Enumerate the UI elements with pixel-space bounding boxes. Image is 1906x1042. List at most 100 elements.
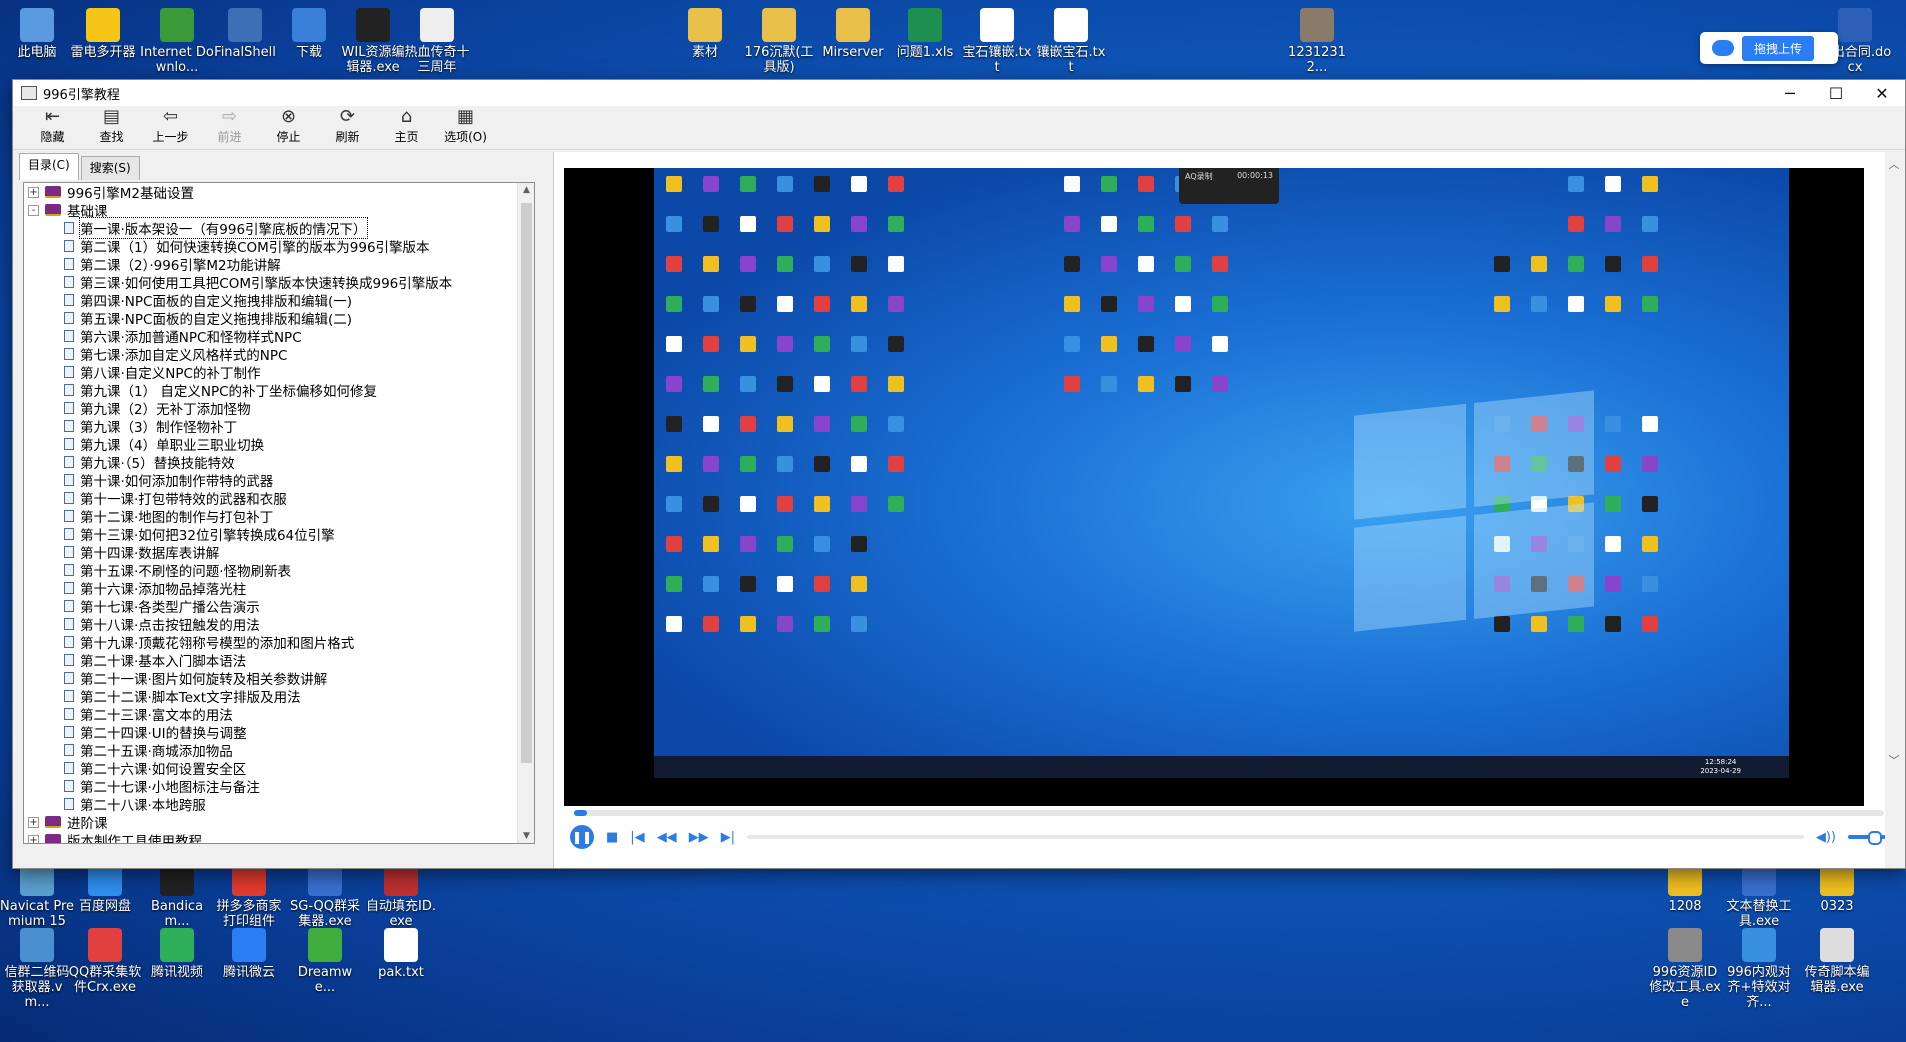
toolbar-button-5[interactable]: ⟳ 刷新 — [318, 106, 377, 149]
pause-button[interactable]: ❚❚ — [570, 825, 594, 849]
expand-icon[interactable]: + — [28, 834, 39, 843]
content-scroll-down-icon[interactable]: ﹀ — [1885, 752, 1903, 768]
tree-topic[interactable]: 第三课·如何使用工具把COM引擎版本快速转换成996引擎版本 — [24, 273, 534, 292]
tree-scroll-thumb[interactable] — [521, 203, 532, 763]
tree-topic[interactable]: 第八课·自定义NPC的补丁制作 — [24, 363, 534, 382]
toolbar-button-6[interactable]: ⌂ 主页 — [377, 106, 436, 149]
tree-topic[interactable]: 第十八课·点击按钮触发的用法 — [24, 615, 534, 634]
tree-topic[interactable]: 第二十八课·本地跨服 — [24, 795, 534, 814]
desktop-bottom-icon-6[interactable]: 1208 — [1648, 862, 1722, 914]
tab-0[interactable]: 目录(C) — [19, 153, 79, 180]
tree-book[interactable]: + 进阶课 — [24, 813, 534, 832]
stop-icon[interactable]: ■ — [606, 830, 618, 845]
expand-icon[interactable]: + — [28, 186, 39, 198]
desktop-bottom-icon-9[interactable]: 信群二维码获取器.vm... — [0, 928, 74, 1010]
desktop-bottom-icon-7[interactable]: 文本替换工具.exe — [1722, 862, 1796, 929]
tree-book[interactable]: +996引擎M2基础设置 — [24, 183, 534, 202]
tree-topic[interactable]: 第十二课·地图的制作与打包补丁 — [24, 507, 534, 526]
toolbar-button-3[interactable]: ⇨ 前进 — [200, 106, 259, 149]
tree-topic[interactable]: 第十五课·不刷怪的问题·怪物刷新表 — [24, 561, 534, 580]
desktop-bottom-icon-15[interactable]: 996资源ID修改工具.exe — [1648, 928, 1722, 1010]
rewind-icon[interactable]: ◀◀ — [657, 830, 677, 845]
tree-topic[interactable]: 第二十七课·小地图标注与备注 — [24, 777, 534, 796]
desktop-bottom-icon-8[interactable]: 0323 — [1800, 862, 1874, 914]
desktop-top-icon-5[interactable]: WIL资源编辑器.exe — [336, 8, 410, 75]
content-scroll-up-icon[interactable]: ︿ — [1885, 156, 1903, 172]
desktop-top-icon-3[interactable]: FinalShell — [208, 8, 282, 60]
desktop-top-icon-6[interactable]: 热血传奇十三周年 — [400, 8, 474, 75]
tree-topic[interactable]: 第一课·版本架设一（有996引擎底板的情况下） — [24, 217, 534, 239]
tree-topic[interactable]: 第二十课·基本入门脚本语法 — [24, 651, 534, 670]
scroll-up-arrow-icon[interactable]: ▲ — [518, 185, 534, 195]
desktop-bottom-icon-3[interactable]: 拼多多商家打印组件 — [212, 862, 286, 929]
tree-topic[interactable]: 第二十四课·UI的替换与调整 — [24, 723, 534, 742]
desktop-top-icon-7[interactable]: 素材 — [668, 8, 742, 60]
desktop-top-icon-2[interactable]: Internet Downlo... — [140, 8, 214, 75]
desktop-bottom-icon-17[interactable]: 传奇脚本编辑器.exe — [1800, 928, 1874, 995]
desktop-bottom-icon-11[interactable]: 腾讯视频 — [140, 928, 214, 980]
tree-topic[interactable]: 第九课（4）单职业三职业切换 — [24, 435, 534, 454]
tree-topic[interactable]: 第九课（2）无补丁添加怪物 — [24, 399, 534, 418]
tree-topic[interactable]: 第五课·NPC面板的自定义拖拽排版和编辑(二) — [24, 309, 534, 328]
desktop-bottom-icon-10[interactable]: QQ群采集软件Crx.exe — [68, 928, 142, 995]
tree-topic[interactable]: 第二十五课·商城添加物品 — [24, 741, 534, 760]
desktop-bottom-icon-14[interactable]: pak.txt — [364, 928, 438, 980]
desktop-bottom-icon-16[interactable]: 996内观对齐+特效对齐... — [1722, 928, 1796, 1010]
desktop-top-icon-12[interactable]: 镶嵌宝石.txt — [1034, 8, 1108, 75]
tree-topic[interactable]: 第十六课·添加物品掉落光柱 — [24, 579, 534, 598]
tree-book[interactable]: - 基础课 — [24, 201, 534, 220]
next-icon[interactable]: ▶| — [721, 830, 735, 845]
scroll-down-arrow-icon[interactable]: ▼ — [518, 831, 534, 841]
video-player[interactable]: AQ录制 00:00:13 12:58:24 2023-04-29 — [564, 168, 1864, 806]
seek-bar[interactable] — [574, 810, 1884, 816]
tree-topic[interactable]: 第十一课·打包带特效的武器和衣服 — [24, 489, 534, 508]
content-scrollbar[interactable]: ︿ ﹀ — [1885, 152, 1903, 868]
volume-icon[interactable]: ◀)) — [1816, 830, 1836, 845]
collapse-icon[interactable]: - — [28, 204, 39, 216]
desktop-bottom-icon-4[interactable]: SG-QQ群采集器.exe — [288, 862, 362, 929]
fast-forward-icon[interactable]: ▶▶ — [689, 830, 709, 845]
maximize-button[interactable]: ☐ — [1813, 84, 1859, 103]
tree-topic[interactable]: 第十课·如何添加制作带特的武器 — [24, 471, 534, 490]
tree-topic[interactable]: 第二课（2）·996引擎M2功能讲解 — [24, 255, 534, 274]
toolbar-button-0[interactable]: ⇤ 隐藏 — [23, 106, 82, 149]
desktop-bottom-icon-2[interactable]: Bandicam... — [140, 862, 214, 929]
tree-topic[interactable]: 第二十六课·如何设置安全区 — [24, 759, 534, 778]
desktop-top-icon-4[interactable]: 下载 — [272, 8, 346, 60]
tree-topic[interactable]: 第十七课·各类型广播公告演示 — [24, 597, 534, 616]
previous-icon[interactable]: |◀ — [630, 830, 644, 845]
window-titlebar[interactable]: 996引擎教程 ─ ☐ ✕ — [13, 80, 1905, 106]
desktop-top-icon-10[interactable]: 问题1.xls — [888, 8, 962, 60]
tree-topic[interactable]: 第六课·添加普通NPC和怪物样式NPC — [24, 327, 534, 346]
tree-topic[interactable]: 第九课（3）制作怪物补丁 — [24, 417, 534, 436]
tree-topic[interactable]: 第四课·NPC面板的自定义拖拽排版和编辑(一) — [24, 291, 534, 310]
toolbar-button-2[interactable]: ⇦ 上一步 — [141, 106, 200, 149]
desktop-top-icon-0[interactable]: 此电脑 — [0, 8, 74, 60]
close-button[interactable]: ✕ — [1859, 84, 1905, 103]
toolbar-button-1[interactable]: ▤ 查找 — [82, 106, 141, 149]
desktop-top-icon-13[interactable]: 12312312... — [1280, 8, 1354, 75]
desktop-top-icon-11[interactable]: 宝石镶嵌.txt — [960, 8, 1034, 75]
tree-scrollbar[interactable]: ▲ ▼ — [517, 183, 534, 843]
toolbar-button-7[interactable]: ▦ 选项(O) — [436, 106, 495, 149]
tree-topic[interactable]: 第二十二课·脚本Text文字排版及用法 — [24, 687, 534, 706]
desktop-bottom-icon-1[interactable]: 百度网盘 — [68, 862, 142, 914]
desktop-top-icon-8[interactable]: 176沉默(工具版) — [742, 8, 816, 75]
drag-upload-button[interactable]: 拖拽上传 — [1700, 32, 1838, 64]
tree-topic[interactable]: 第十四课·数据库表讲解 — [24, 543, 534, 562]
tree-topic[interactable]: 第二十三课·富文本的用法 — [24, 705, 534, 724]
tree-topic[interactable]: 第十三课·如何把32位引擎转换成64位引擎 — [24, 525, 534, 544]
desktop-top-icon-9[interactable]: Mirserver — [816, 8, 890, 60]
desktop-bottom-icon-12[interactable]: 腾讯微云 — [212, 928, 286, 980]
desktop-bottom-icon-0[interactable]: Navicat Premium 15 — [0, 862, 74, 929]
tree-topic[interactable]: 第二十一课·图片如何旋转及相关参数讲解 — [24, 669, 534, 688]
tree-book[interactable]: + 版本制作工具使用教程 — [24, 831, 534, 843]
desktop-bottom-icon-13[interactable]: Dreamwe... — [288, 928, 362, 995]
desktop-top-icon-1[interactable]: 雷电多开器 — [66, 8, 140, 60]
minimize-button[interactable]: ─ — [1767, 84, 1813, 103]
tree-topic[interactable]: 第七课·添加自定义风格样式的NPC — [24, 345, 534, 364]
tree-topic[interactable]: 第九课（1） 自定义NPC的补丁坐标偏移如何修复 — [24, 381, 534, 400]
tree-topic[interactable]: 第十九课·顶戴花翎称号模型的添加和图片格式 — [24, 633, 534, 652]
tab-1[interactable]: 搜索(S) — [80, 156, 140, 180]
tree-topic[interactable]: 第二课（1）如何快速转换COM引擎的版本为996引擎版本 — [24, 237, 534, 256]
